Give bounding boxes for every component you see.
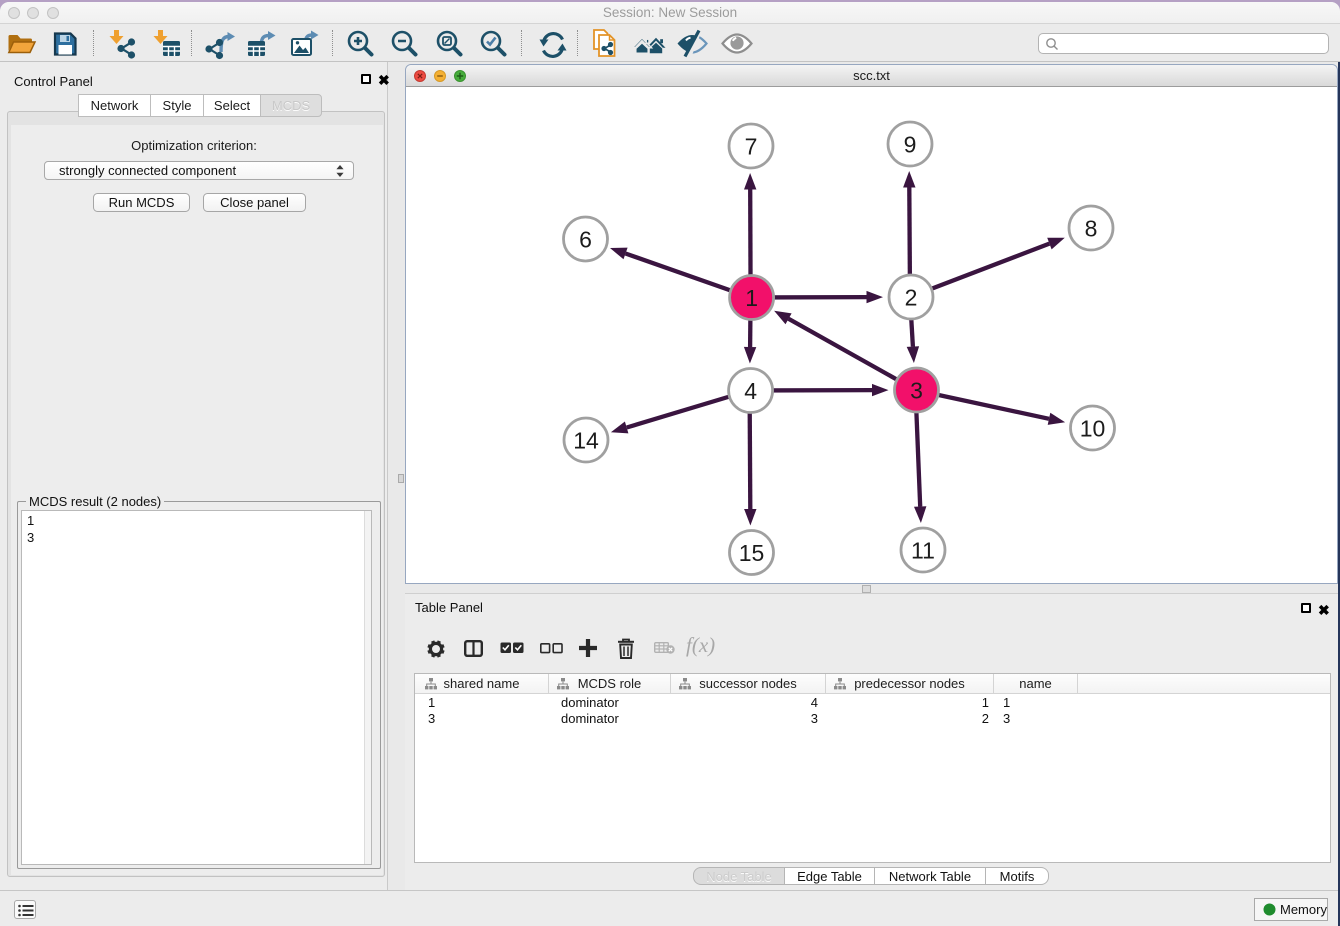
svg-text:4: 4 <box>744 378 757 404</box>
svg-text:7: 7 <box>745 133 758 159</box>
svg-text:11: 11 <box>911 537 935 563</box>
svg-text:6: 6 <box>579 226 592 252</box>
svg-text:14: 14 <box>573 427 599 453</box>
svg-text:10: 10 <box>1080 415 1106 441</box>
svg-text:9: 9 <box>904 131 917 157</box>
svg-text:3: 3 <box>910 377 923 403</box>
svg-text:15: 15 <box>739 540 765 566</box>
svg-text:8: 8 <box>1085 215 1098 241</box>
svg-text:1: 1 <box>745 285 758 311</box>
svg-text:2: 2 <box>905 284 918 310</box>
